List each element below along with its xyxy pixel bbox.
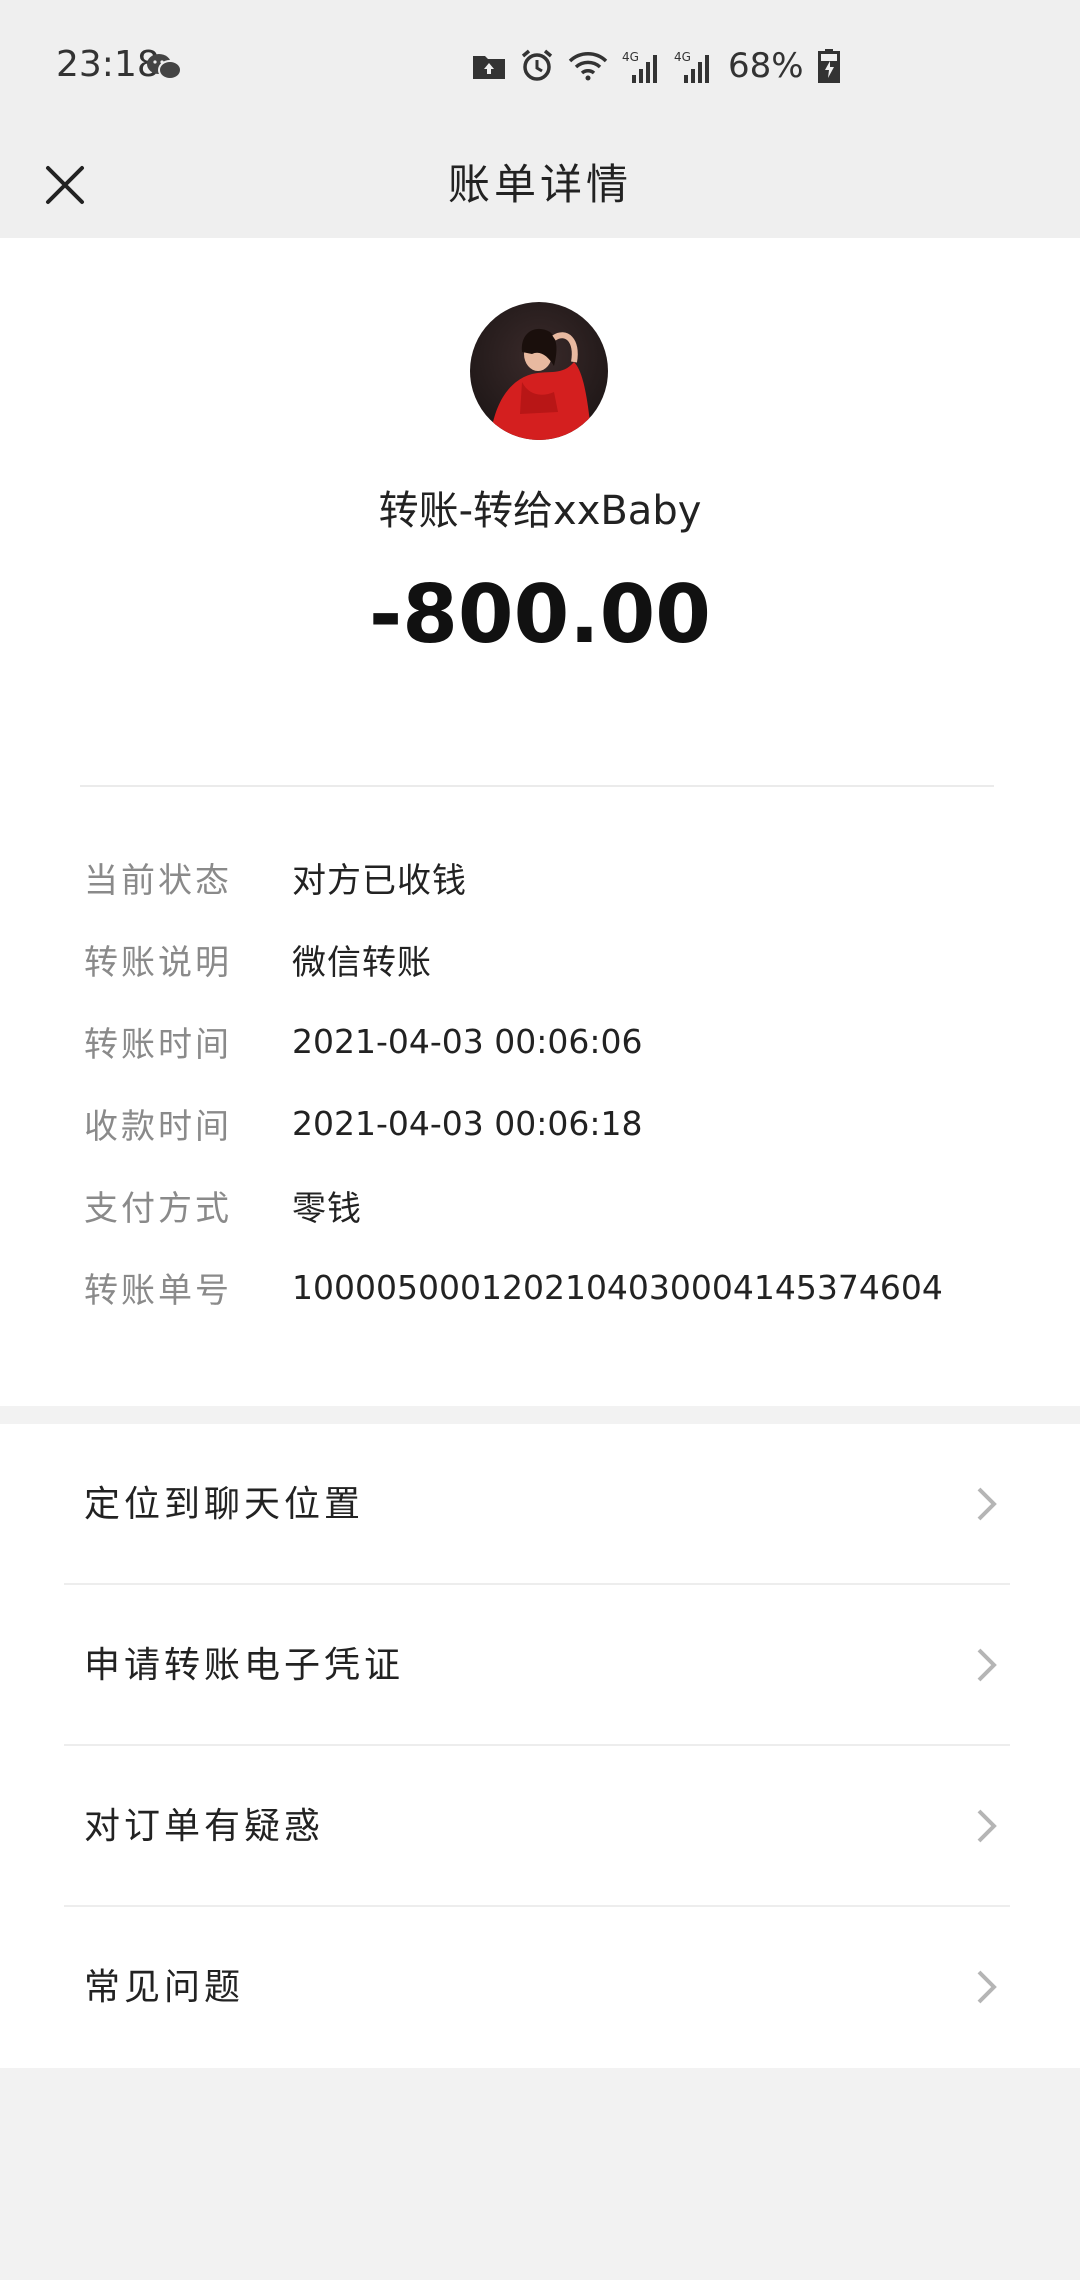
detail-label: 支付方式: [84, 1188, 232, 1229]
action-list: 定位到聊天位置 申请转账电子凭证 对订单有疑惑 常见问题: [0, 1424, 1080, 2068]
section-gap: [0, 1406, 1080, 1424]
svg-text:4G: 4G: [622, 50, 639, 64]
chevron-right-icon: [977, 1809, 997, 1843]
detail-row-note: 转账说明 微信转账: [84, 918, 1014, 1000]
detail-row-receive-time: 收款时间 2021-04-03 00:06:18: [84, 1082, 1014, 1164]
folder-upload-icon: [472, 52, 506, 80]
detail-label: 收款时间: [84, 1106, 232, 1147]
detail-label: 转账单号: [84, 1270, 232, 1311]
bottom-area: [0, 2068, 1080, 2280]
nav-bar: 账单详情: [0, 132, 1080, 238]
detail-label: 转账说明: [84, 942, 232, 983]
bill-card: 转账-转给xxBaby -800.00 当前状态 对方已收钱 转账说明 微信转账…: [0, 238, 1080, 1406]
action-label: 常见问题: [84, 1967, 245, 2008]
status-time: 23:18: [56, 44, 160, 85]
payee-title: 转账-转给xxBaby: [378, 488, 702, 534]
request-voucher-item[interactable]: 申请转账电子凭证: [0, 1585, 1080, 1746]
detail-value: 零钱: [292, 1188, 362, 1229]
detail-list: 当前状态 对方已收钱 转账说明 微信转账 转账时间 2021-04-03 00:…: [84, 836, 1014, 1328]
detail-row-payment-method: 支付方式 零钱: [84, 1164, 1014, 1246]
locate-chat-item[interactable]: 定位到聊天位置: [0, 1424, 1080, 1585]
detail-value: 对方已收钱: [292, 860, 467, 901]
detail-value: 2021-04-03 00:06:18: [292, 1103, 643, 1143]
detail-label: 转账时间: [84, 1024, 232, 1065]
chevron-right-icon: [977, 1970, 997, 2004]
action-label: 对订单有疑惑: [84, 1806, 325, 1847]
chevron-right-icon: [977, 1487, 997, 1521]
detail-value: 2021-04-03 00:06:06: [292, 1021, 643, 1061]
status-bar: 23:18 4G 4G 68%: [0, 0, 1080, 132]
status-icons: 4G 4G 68%: [472, 44, 840, 88]
page-title: 账单详情: [447, 160, 632, 209]
avatar: [470, 302, 608, 440]
action-label: 申请转账电子凭证: [84, 1645, 405, 1686]
chevron-right-icon: [977, 1648, 997, 1682]
signal-4g-icon-2: 4G: [674, 49, 712, 83]
wechat-notification-icon: [146, 50, 182, 80]
faq-item[interactable]: 常见问题: [0, 1907, 1080, 2068]
transfer-amount: -800.00: [369, 568, 711, 661]
wifi-icon: [568, 51, 608, 81]
detail-value: 1000050001202104030004145374604: [292, 1267, 943, 1307]
order-question-item[interactable]: 对订单有疑惑: [0, 1746, 1080, 1907]
svg-text:4G: 4G: [674, 50, 691, 64]
detail-row-status: 当前状态 对方已收钱: [84, 836, 1014, 918]
close-icon: [46, 166, 84, 204]
battery-charging-icon: [817, 49, 840, 83]
divider: [80, 785, 994, 787]
action-label: 定位到聊天位置: [84, 1484, 365, 1525]
signal-4g-icon: 4G: [622, 49, 660, 83]
alarm-icon: [520, 49, 554, 83]
detail-row-transfer-number: 转账单号 1000050001202104030004145374604: [84, 1246, 1014, 1328]
detail-value: 微信转账: [292, 942, 432, 983]
detail-row-transfer-time: 转账时间 2021-04-03 00:06:06: [84, 1000, 1014, 1082]
detail-label: 当前状态: [84, 860, 232, 901]
close-button[interactable]: [30, 150, 100, 220]
battery-percent: 68%: [728, 46, 804, 86]
